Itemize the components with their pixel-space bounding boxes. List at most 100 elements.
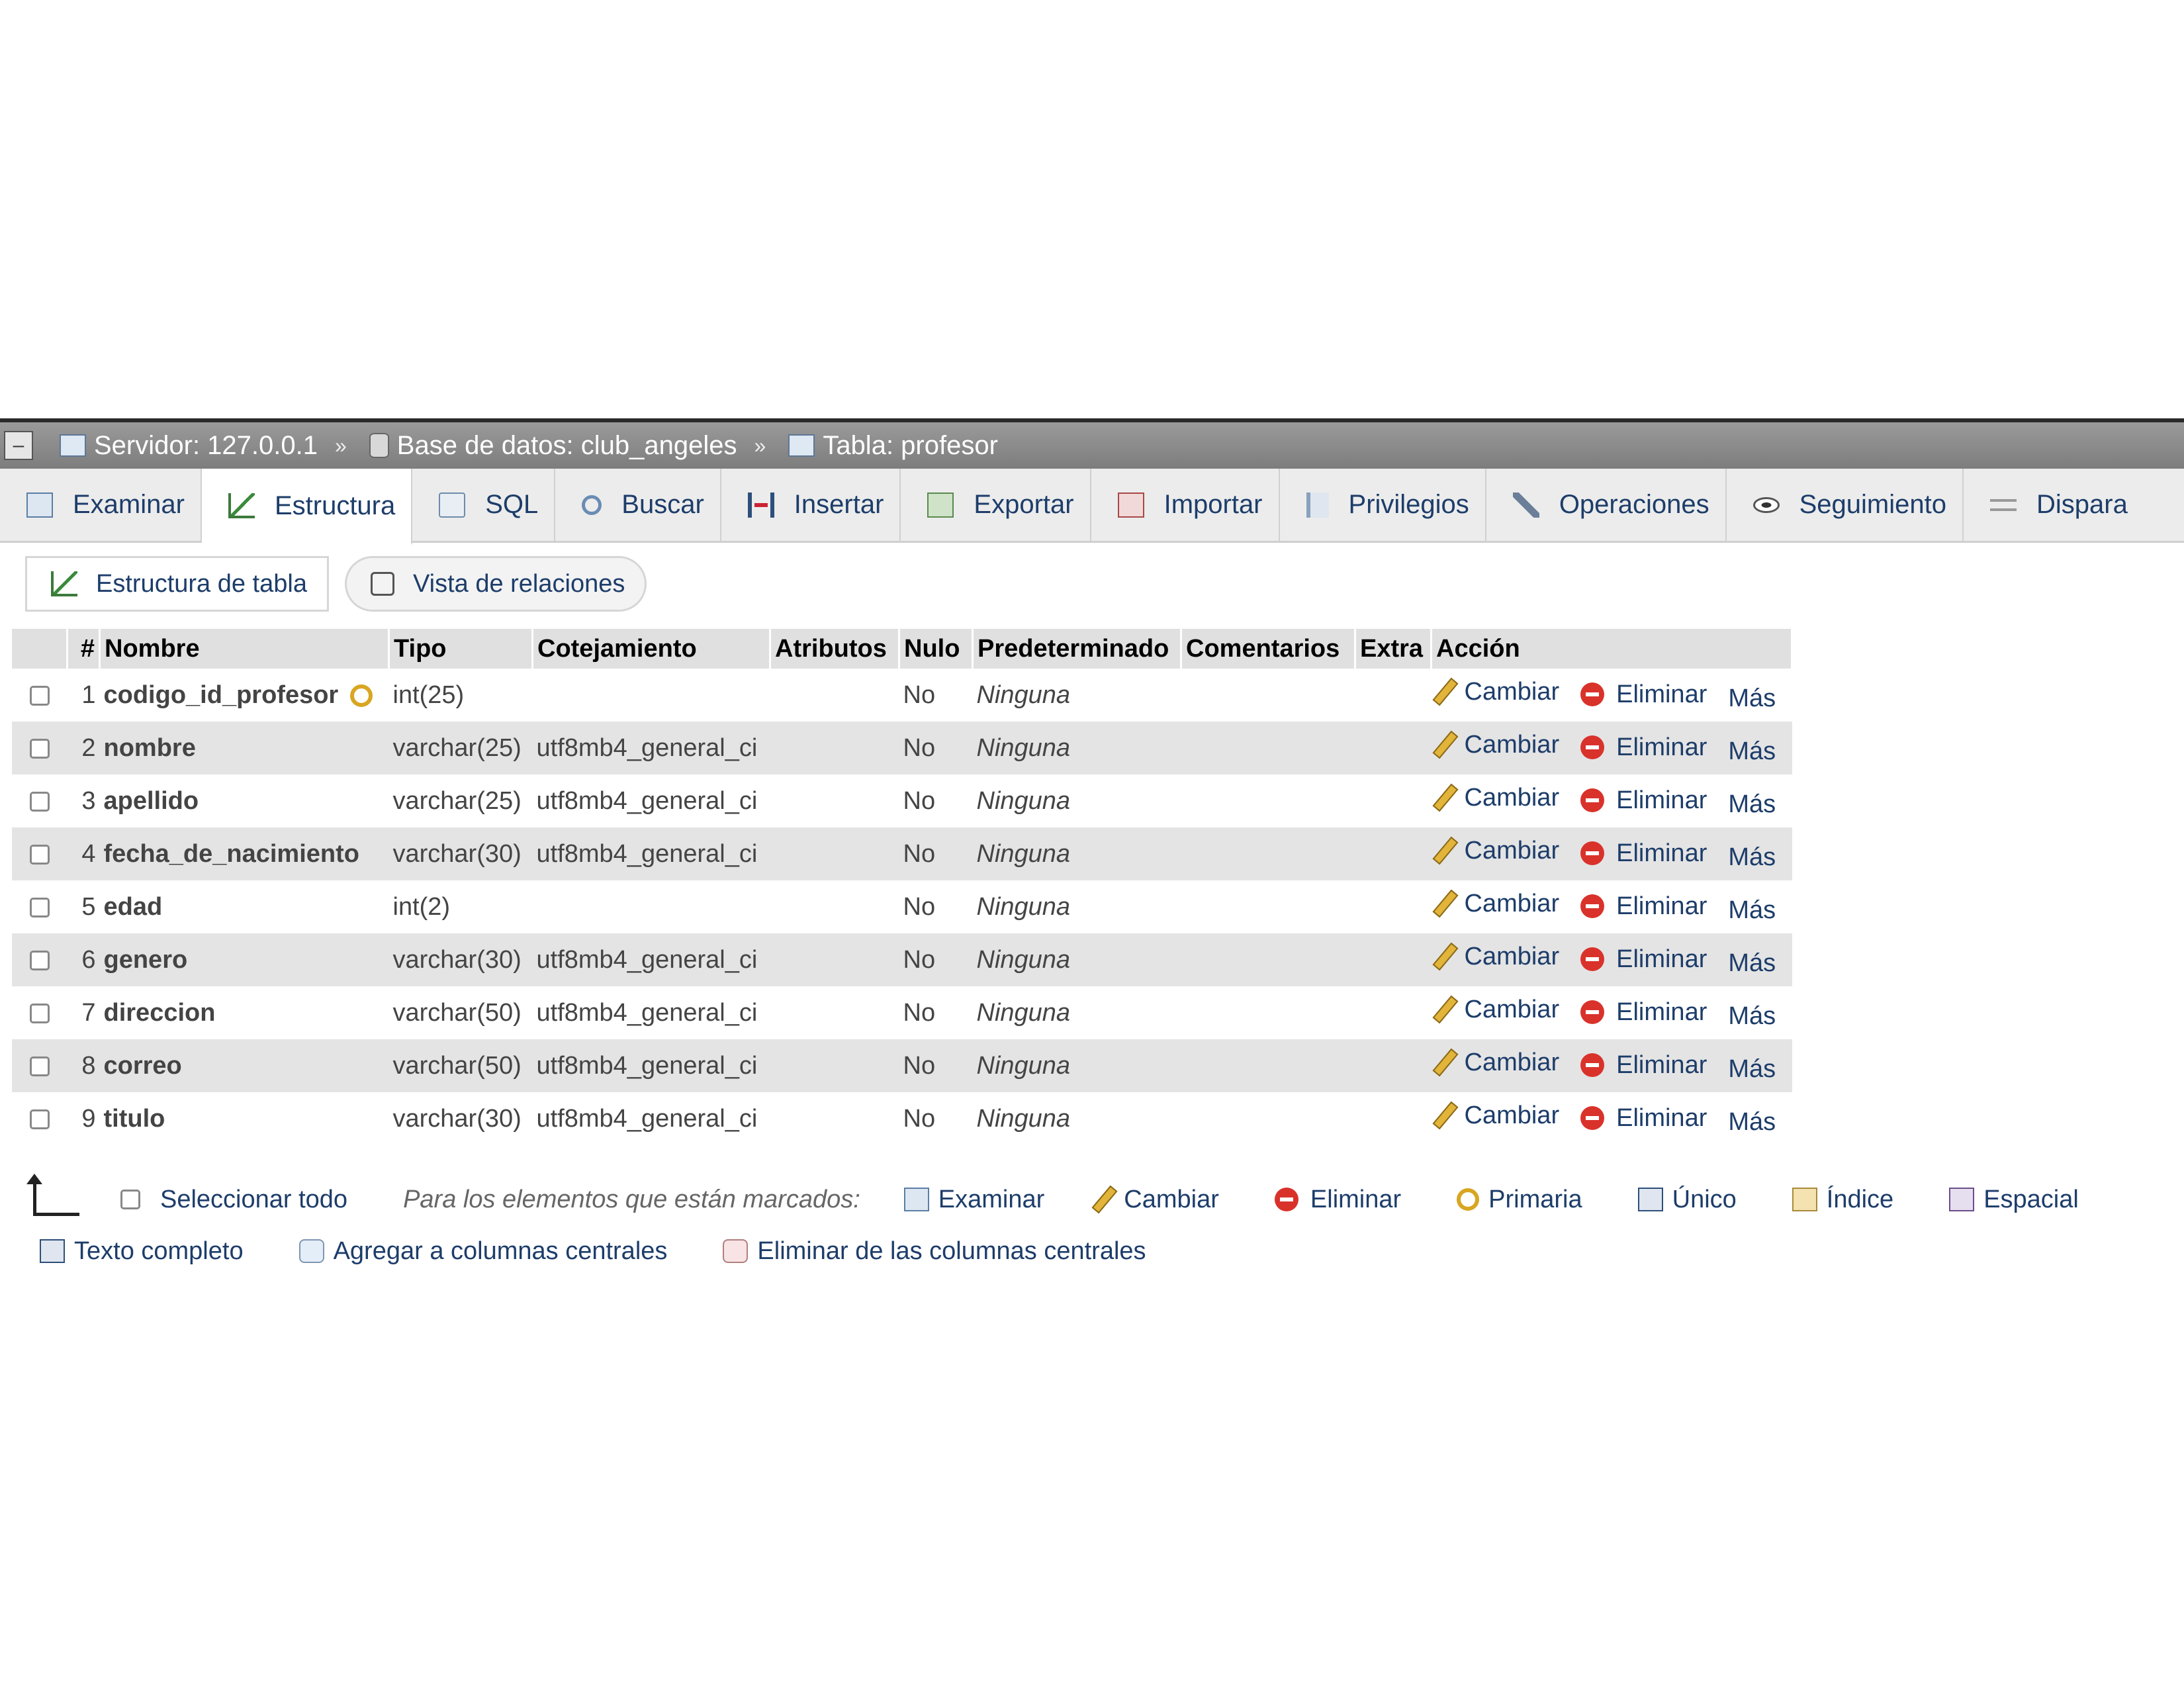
- tab-examinar[interactable]: Examinar: [0, 469, 202, 541]
- bulk-unique-button[interactable]: Único: [1637, 1186, 1737, 1214]
- header-name[interactable]: Nombre: [99, 629, 390, 669]
- bulk-change-button[interactable]: Cambiar: [1091, 1185, 1219, 1214]
- row-checkbox[interactable]: [29, 1004, 50, 1024]
- column-collation: [532, 880, 770, 933]
- column-null: No: [899, 1039, 973, 1092]
- row-checkbox[interactable]: [29, 739, 50, 759]
- tab-seguimiento[interactable]: Seguimiento: [1727, 469, 1964, 541]
- bulk-browse-button[interactable]: Examinar: [903, 1186, 1044, 1214]
- tab-disparadores[interactable]: Dispara: [1964, 469, 2144, 541]
- tab-exportar[interactable]: Exportar: [901, 469, 1091, 541]
- row-checkbox[interactable]: [29, 1109, 50, 1130]
- drop-button[interactable]: Eliminar: [1580, 733, 1707, 762]
- change-button[interactable]: Cambiar: [1432, 1048, 1559, 1077]
- row-checkbox[interactable]: [29, 686, 50, 706]
- tab-sql[interactable]: SQL: [412, 469, 556, 541]
- change-button[interactable]: Cambiar: [1432, 677, 1559, 706]
- header-comments[interactable]: Comentarios: [1181, 629, 1356, 669]
- subtab-table-structure[interactable]: Estructura de tabla: [25, 556, 329, 612]
- column-attributes: [770, 1092, 899, 1145]
- change-button[interactable]: Cambiar: [1432, 783, 1559, 812]
- pencil-icon: [1432, 677, 1459, 706]
- add-central-columns-button[interactable]: Agregar a columnas centrales: [298, 1237, 667, 1266]
- drop-button[interactable]: Eliminar: [1580, 680, 1707, 709]
- pencil-icon: [1432, 942, 1459, 971]
- drop-button[interactable]: Eliminar: [1580, 998, 1707, 1027]
- bulk-spatial-button[interactable]: Espacial: [1949, 1186, 2079, 1214]
- header-type[interactable]: Tipo: [388, 629, 533, 669]
- change-button[interactable]: Cambiar: [1432, 942, 1559, 971]
- drop-button[interactable]: Eliminar: [1580, 839, 1707, 868]
- change-button[interactable]: Cambiar: [1432, 730, 1559, 759]
- column-number: 9: [67, 1092, 100, 1145]
- column-null: No: [899, 827, 973, 880]
- column-comments: [1181, 880, 1355, 933]
- change-button[interactable]: Cambiar: [1432, 995, 1559, 1024]
- breadcrumb-database[interactable]: Base de datos: club_angeles: [369, 431, 737, 461]
- tab-operaciones[interactable]: Operaciones: [1486, 469, 1727, 541]
- drop-button[interactable]: Eliminar: [1580, 1104, 1707, 1133]
- table-header-row: # Nombre Tipo Cotejamiento Atributos Nul…: [12, 629, 1793, 669]
- drop-button[interactable]: Eliminar: [1580, 786, 1707, 815]
- tab-buscar[interactable]: Buscar: [555, 469, 721, 541]
- change-button[interactable]: Cambiar: [1432, 889, 1559, 918]
- change-button[interactable]: Cambiar: [1432, 836, 1559, 865]
- drop-button[interactable]: Eliminar: [1580, 892, 1707, 921]
- bulk-index-button[interactable]: Índice: [1792, 1186, 1893, 1214]
- drop-icon: [1274, 1188, 1298, 1211]
- header-attributes[interactable]: Atributos: [770, 629, 900, 669]
- column-null: No: [899, 669, 973, 722]
- column-type: varchar(30): [388, 1092, 533, 1145]
- bulk-primary-button[interactable]: Primaria: [1457, 1186, 1582, 1214]
- header-null[interactable]: Nulo: [899, 629, 974, 669]
- bulk-fulltext-button[interactable]: Texto completo: [40, 1237, 244, 1266]
- row-checkbox[interactable]: [29, 845, 50, 865]
- more-button[interactable]: Más: [1728, 843, 1776, 872]
- row-checkbox[interactable]: [29, 792, 50, 812]
- column-name: codigo_id_profesor: [99, 669, 389, 722]
- more-button[interactable]: Más: [1728, 790, 1776, 819]
- pencil-icon: [1432, 836, 1459, 865]
- tab-insertar[interactable]: Insertar: [721, 469, 901, 541]
- column-attributes: [770, 986, 899, 1039]
- drop-button[interactable]: Eliminar: [1580, 945, 1707, 974]
- change-button[interactable]: Cambiar: [1432, 1101, 1559, 1130]
- more-button[interactable]: Más: [1728, 949, 1776, 978]
- breadcrumb-server[interactable]: Servidor: 127.0.0.1: [60, 431, 318, 461]
- header-default[interactable]: Predeterminado: [972, 629, 1182, 669]
- more-button[interactable]: Más: [1728, 1108, 1776, 1137]
- select-all-checkbox[interactable]: [120, 1190, 140, 1209]
- tab-privilegios[interactable]: Privilegios: [1280, 469, 1486, 541]
- tab-estructura[interactable]: Estructura: [201, 469, 413, 545]
- column-collation: [532, 669, 770, 722]
- row-checkbox[interactable]: [29, 1056, 50, 1077]
- remove-central-columns-button[interactable]: Eliminar de las columnas centrales: [723, 1237, 1146, 1266]
- column-default: Ninguna: [972, 1039, 1181, 1092]
- more-button[interactable]: Más: [1728, 684, 1776, 713]
- collapse-toggle[interactable]: –: [4, 431, 33, 460]
- breadcrumb-table[interactable]: Tabla: profesor: [788, 431, 998, 461]
- column-extra: [1355, 669, 1432, 722]
- header-collation[interactable]: Cotejamiento: [532, 629, 771, 669]
- header-number[interactable]: #: [67, 629, 101, 669]
- column-number: 7: [67, 986, 100, 1039]
- drop-icon: [1580, 947, 1605, 971]
- row-checkbox[interactable]: [29, 951, 50, 971]
- wrench-icon: [1512, 492, 1539, 518]
- header-extra[interactable]: Extra: [1355, 629, 1432, 669]
- column-null: No: [899, 1092, 973, 1145]
- more-button[interactable]: Más: [1728, 1002, 1776, 1031]
- sql-icon: [439, 492, 466, 518]
- column-attributes: [770, 933, 899, 986]
- column-number: 3: [67, 774, 100, 827]
- row-checkbox-cell: [12, 669, 68, 722]
- bulk-drop-button[interactable]: Eliminar: [1274, 1186, 1401, 1214]
- select-all-label[interactable]: Seleccionar todo: [160, 1186, 347, 1214]
- row-checkbox[interactable]: [29, 898, 50, 918]
- more-button[interactable]: Más: [1728, 737, 1776, 766]
- tab-importar[interactable]: Importar: [1091, 469, 1280, 541]
- subtab-relation-view[interactable]: Vista de relaciones: [344, 556, 647, 612]
- drop-button[interactable]: Eliminar: [1580, 1051, 1707, 1080]
- more-button[interactable]: Más: [1728, 896, 1776, 925]
- more-button[interactable]: Más: [1728, 1055, 1776, 1084]
